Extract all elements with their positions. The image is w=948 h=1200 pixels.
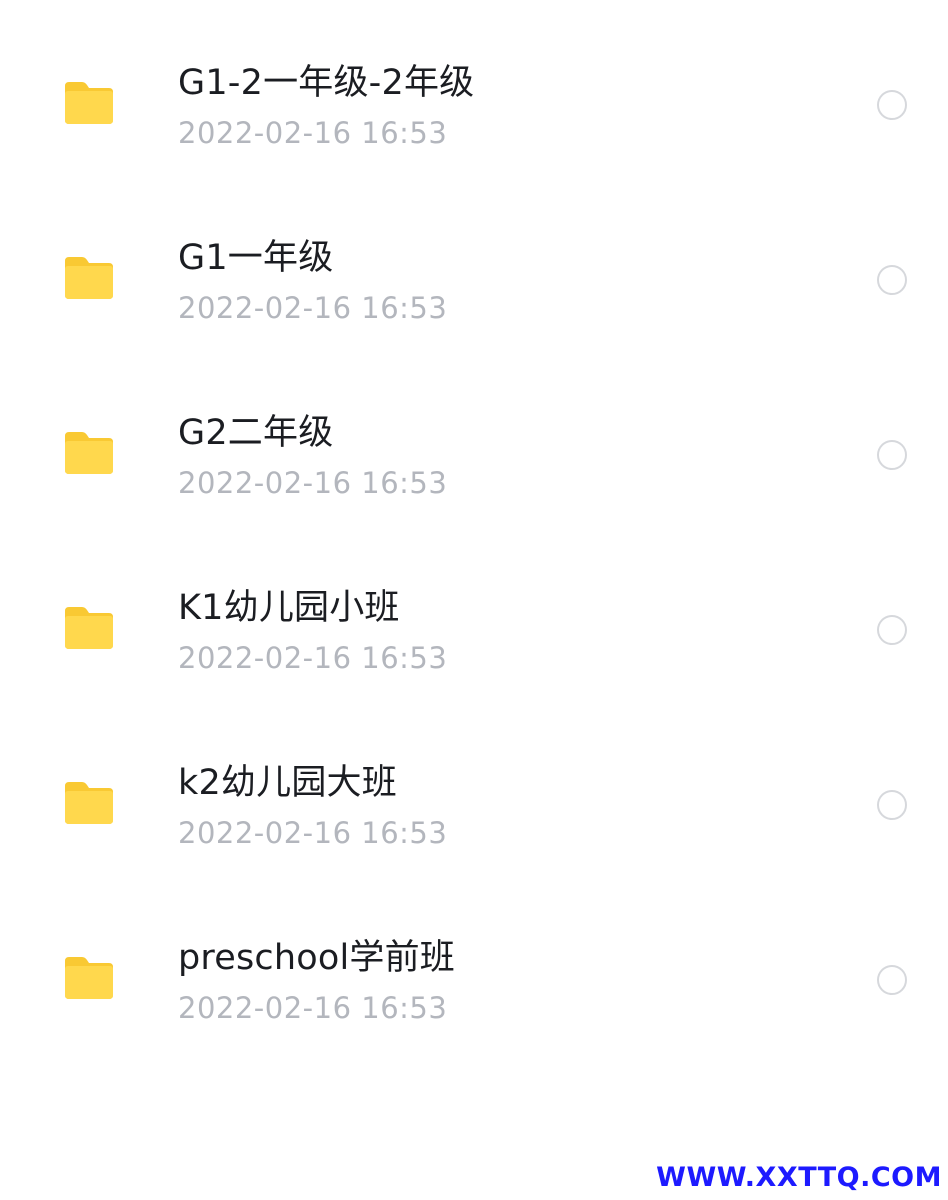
- file-browser-page: G1-2一年级-2年级 2022-02-16 16:53 G1一年级 2022-…: [0, 0, 948, 1200]
- select-radio[interactable]: [877, 440, 907, 470]
- modified-date: 2022-02-16 16:53: [178, 991, 448, 1025]
- select-radio[interactable]: [877, 90, 907, 120]
- folder-icon: [62, 255, 116, 301]
- folder-icon: [62, 780, 116, 826]
- watermark: WWW.XXTTQ.COM: [656, 1162, 942, 1193]
- select-radio[interactable]: [877, 615, 907, 645]
- folder-icon: [62, 605, 116, 651]
- modified-date: 2022-02-16 16:53: [178, 116, 448, 150]
- folder-name: k2幼儿园大班: [178, 763, 397, 803]
- list-item[interactable]: preschool学前班 2022-02-16 16:53: [0, 892, 948, 1067]
- folder-name: G1-2一年级-2年级: [178, 63, 475, 103]
- modified-date: 2022-02-16 16:53: [178, 816, 448, 850]
- folder-name: preschool学前班: [178, 938, 455, 978]
- folder-name: G2二年级: [178, 413, 334, 453]
- folder-icon: [62, 80, 116, 126]
- list-item[interactable]: G2二年级 2022-02-16 16:53: [0, 367, 948, 542]
- list-item[interactable]: G1一年级 2022-02-16 16:53: [0, 192, 948, 367]
- modified-date: 2022-02-16 16:53: [178, 291, 448, 325]
- select-radio[interactable]: [877, 965, 907, 995]
- folder-list: G1-2一年级-2年级 2022-02-16 16:53 G1一年级 2022-…: [0, 17, 948, 1067]
- list-item[interactable]: K1幼儿园小班 2022-02-16 16:53: [0, 542, 948, 717]
- list-item[interactable]: G1-2一年级-2年级 2022-02-16 16:53: [0, 17, 948, 192]
- select-radio[interactable]: [877, 265, 907, 295]
- folder-name: K1幼儿园小班: [178, 588, 400, 628]
- modified-date: 2022-02-16 16:53: [178, 641, 448, 675]
- list-item[interactable]: k2幼儿园大班 2022-02-16 16:53: [0, 717, 948, 892]
- folder-icon: [62, 955, 116, 1001]
- folder-name: G1一年级: [178, 238, 334, 278]
- select-radio[interactable]: [877, 790, 907, 820]
- modified-date: 2022-02-16 16:53: [178, 466, 448, 500]
- folder-icon: [62, 430, 116, 476]
